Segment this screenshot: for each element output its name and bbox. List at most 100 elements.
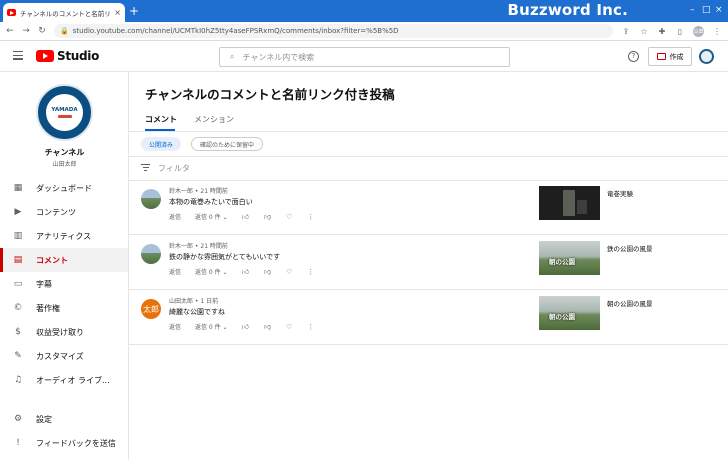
video-title[interactable]: 鉄の公園の風景 [607,243,653,253]
help-icon[interactable]: ? [628,51,639,62]
close-tab-icon[interactable]: × [114,8,121,17]
comment-author[interactable]: 鈴木一郎 [169,243,193,250]
replies-count: 返信 0 件 [195,324,221,331]
reply-button[interactable]: 返信 [169,322,181,331]
comment-text: 本物の竜巻みたいで面白い [169,198,253,206]
sidebar-item-comments[interactable]: ▤ コメント [0,248,128,272]
comment-meta: 鈴木一郎 • 21 時間前 [169,243,228,250]
video-title[interactable]: 竜巻実験 [607,188,633,198]
video-thumbnail[interactable]: 朝の公園 [539,296,600,330]
sidebar-item-feedback[interactable]: ! フィードバックを送信 [0,431,128,455]
chip-held-for-review[interactable]: 確認のために保留中 [191,137,264,151]
sidebar-item-analytics[interactable]: ▥ アナリティクス [0,224,128,248]
content-icon: ▶ [14,207,22,217]
replies-dropdown[interactable]: 返信 0 件 ⌄ [195,322,228,331]
sidebar-item-label: 字幕 [36,279,52,289]
sidebar-item-content[interactable]: ▶ コンテンツ [0,200,128,224]
dislike-icon[interactable]: 👎︎ [264,212,271,221]
sidebar: YAMADA チャンネル 山田太郎 ▦ ダッシュボード ▶ コンテンツ ▥ アナ… [0,72,129,460]
like-icon[interactable]: 👍︎ [242,322,249,331]
url-text: studio.youtube.com/channel/UCMTkI0hZ5tty… [72,27,399,35]
like-icon[interactable]: 👍︎ [242,212,249,221]
search-box[interactable]: ⌕ [219,47,510,67]
extensions-icon[interactable]: ✚ [657,27,667,36]
replies-count: 返信 0 件 [195,269,221,276]
sidebar-item-label: カスタマイズ [36,351,84,361]
comment-actions: 返信 返信 0 件 ⌄ 👍︎ 👎︎ ♡ ⋮ [169,267,329,277]
comment-time: 21 時間前 [200,188,228,195]
video-thumbnail[interactable] [539,186,600,220]
browser-menu-icon[interactable]: ⋮ [712,27,722,36]
heart-icon[interactable]: ♡ [286,213,292,221]
monetization-icon: $ [15,327,21,337]
sidebar-item-label: 設定 [36,414,52,424]
sidebar-item-copyright[interactable]: © 著作権 [0,296,128,320]
comment-author[interactable]: 鈴木一郎 [169,188,193,195]
commenter-avatar[interactable] [141,244,161,264]
like-icon[interactable]: 👍︎ [242,267,249,276]
dislike-icon[interactable]: 👎︎ [264,267,271,276]
comment-author[interactable]: 山田太郎 [169,298,193,305]
browser-tab[interactable]: チャンネルのコメントと名前リンク付き × [3,3,125,22]
maximize-icon[interactable]: □ [702,4,711,16]
url-field[interactable]: 🔒 studio.youtube.com/channel/UCMTkI0hZ5t… [54,24,613,38]
replies-dropdown[interactable]: 返信 0 件 ⌄ [195,212,228,221]
more-options-icon[interactable]: ⋮ [307,213,314,221]
studio-logo[interactable]: Studio [36,49,99,63]
filter-bar[interactable]: フィルタ [141,163,190,174]
customization-icon: ✎ [14,351,22,361]
browser-tab-title: チャンネルのコメントと名前リンク付き [20,9,111,18]
heart-icon[interactable]: ♡ [286,323,292,331]
video-title[interactable]: 朝の公園の風景 [607,298,653,308]
search-input[interactable] [242,52,509,62]
more-options-icon[interactable]: ⋮ [307,268,314,276]
more-options-icon[interactable]: ⋮ [307,323,314,331]
create-button[interactable]: 作成 [648,47,692,66]
sidebar-item-monetization[interactable]: $ 収益受け取り [0,320,128,344]
commenter-avatar[interactable]: 太郎 [141,299,161,319]
heart-icon[interactable]: ♡ [286,268,292,276]
reload-icon[interactable]: ↻ [38,26,46,36]
comment-time: 21 時間前 [200,243,228,250]
thumbnail-caption: 朝の公園 [549,313,575,321]
forward-icon[interactable]: → [22,26,30,36]
chevron-down-icon: ⌄ [222,269,228,276]
copyright-icon: © [13,303,23,313]
sidebar-item-customization[interactable]: ✎ カスタマイズ [0,344,128,368]
comment-actions: 返信 返信 0 件 ⌄ 👍︎ 👎︎ ♡ ⋮ [169,212,329,222]
minimize-icon[interactable]: – [690,4,695,16]
reply-button[interactable]: 返信 [169,267,181,276]
sidebar-item-settings[interactable]: ⚙ 設定 [0,407,128,431]
channel-avatar[interactable]: YAMADA [36,84,93,141]
back-icon[interactable]: ← [6,26,14,36]
sidebar-item-audio-library[interactable]: ♫ オーディオ ライブ... [0,368,128,392]
bookmark-star-icon[interactable]: ☆ [639,27,649,36]
sidebar-item-subtitles[interactable]: ▭ 字幕 [0,272,128,296]
sidebar-item-dashboard[interactable]: ▦ ダッシュボード [0,176,128,200]
close-window-icon[interactable]: × [715,4,723,16]
youtube-logo-icon [36,50,54,62]
hamburger-menu-icon[interactable] [13,51,23,62]
dislike-icon[interactable]: 👎︎ [264,322,271,331]
comment-text: 綺麗な公園ですね [169,308,225,316]
feedback-icon: ! [16,438,20,448]
video-thumbnail[interactable]: 朝の公園 [539,241,600,275]
sidepanel-icon[interactable]: ▯ [675,27,685,36]
share-icon[interactable]: ⇪ [621,27,631,36]
new-tab-button[interactable]: + [129,4,139,18]
logo-text: Studio [57,49,100,63]
chevron-down-icon: ⌄ [222,324,228,331]
chip-published[interactable]: 公開済み [141,137,182,151]
account-avatar[interactable] [699,49,714,64]
replies-dropdown[interactable]: 返信 0 件 ⌄ [195,267,228,276]
video-camera-icon [656,53,666,60]
divider [129,156,728,157]
reply-button[interactable]: 返信 [169,212,181,221]
tab-comments[interactable]: コメント [145,114,177,125]
comments-icon: ▤ [13,255,23,265]
brand-overlay: Buzzword Inc. [507,1,628,19]
tab-mentions[interactable]: メンション [194,114,234,125]
commenter-avatar[interactable] [141,189,161,209]
thumbnail-caption: 朝の公園 [549,258,575,266]
profile-avatar[interactable]: 山田 [693,25,704,37]
